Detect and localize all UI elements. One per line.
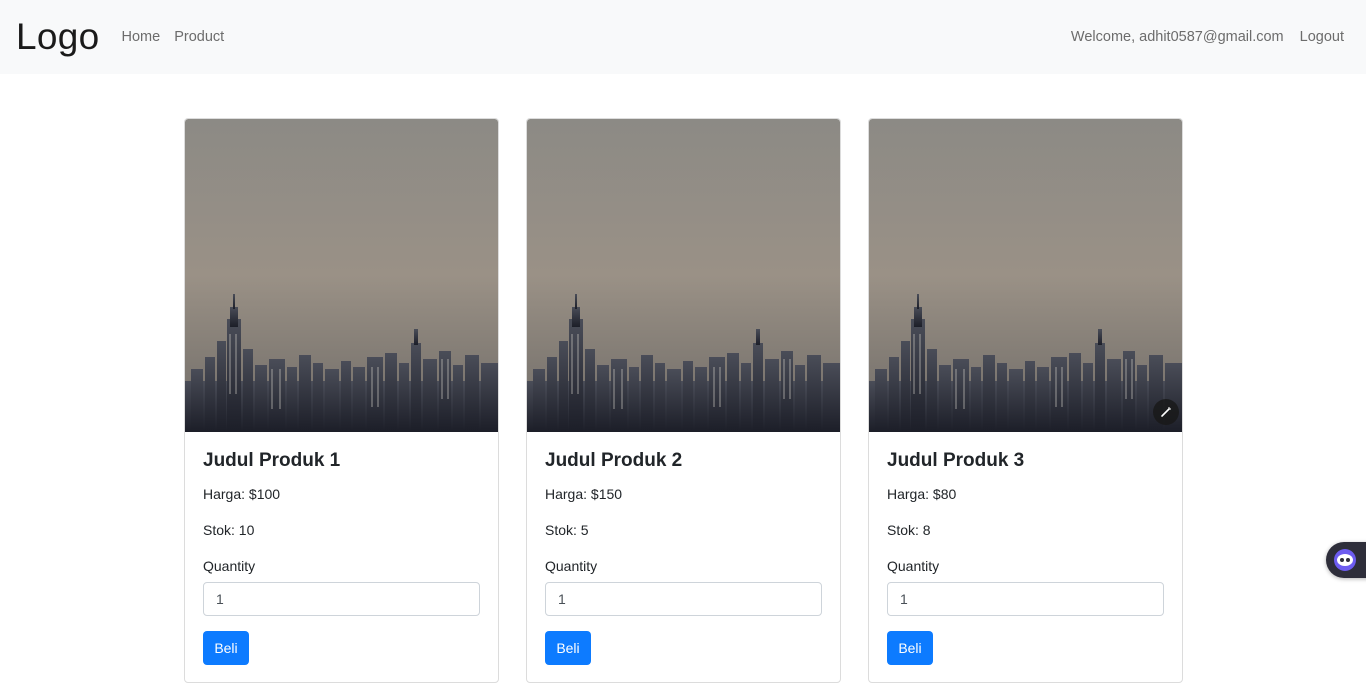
nav-link-product[interactable]: Product <box>174 29 224 45</box>
product-price: Harga: $100 <box>203 486 281 502</box>
product-price: Harga: $80 <box>887 486 957 502</box>
product-stock: Stok: 8 <box>887 522 931 538</box>
quantity-input[interactable] <box>203 582 480 616</box>
quantity-input[interactable] <box>545 582 822 616</box>
product-stock: Stok: 10 <box>203 522 255 538</box>
buy-button[interactable]: Beli <box>203 631 249 665</box>
buy-button[interactable]: Beli <box>887 631 933 665</box>
product-price: Harga: $150 <box>545 486 623 502</box>
quantity-label: Quantity <box>545 558 598 574</box>
product-title: Judul Produk 1 <box>203 450 341 471</box>
navbar-right: Welcome, adhit0587@gmail.com Logout <box>1071 29 1350 45</box>
logout-link[interactable]: Logout <box>1300 29 1344 45</box>
magic-wand-glyph <box>1161 407 1171 417</box>
magic-wand-icon[interactable] <box>1153 399 1179 425</box>
assistant-widget[interactable] <box>1326 542 1366 578</box>
product-image <box>527 119 840 432</box>
product-image <box>869 119 1182 432</box>
product-title: Judul Produk 3 <box>887 450 1025 471</box>
quantity-label: Quantity <box>887 558 940 574</box>
product-card-3: Judul Produk 3 Harga: $80 Stok: 8 Quanti… <box>868 118 1183 683</box>
product-title: Judul Produk 2 <box>545 450 683 471</box>
nav-link-home[interactable]: Home <box>122 29 161 45</box>
quantity-input[interactable] <box>887 582 1164 616</box>
brand-logo[interactable]: Logo <box>16 16 100 58</box>
product-card-2: Judul Produk 2 Harga: $150 Stok: 5 Quant… <box>526 118 841 683</box>
quantity-label: Quantity <box>203 558 256 574</box>
welcome-text: Welcome, adhit0587@gmail.com <box>1070 29 1284 45</box>
assistant-face-glyph <box>1337 554 1353 566</box>
navbar: Logo Home Product Welcome, adhit0587@gma… <box>0 0 1366 74</box>
buy-button[interactable]: Beli <box>545 631 591 665</box>
product-stock: Stok: 5 <box>545 522 589 538</box>
product-image <box>185 119 498 432</box>
product-card-1: Judul Produk 1 Harga: $100 Stok: 10 Quan… <box>184 118 499 683</box>
assistant-bot-icon <box>1334 549 1356 571</box>
